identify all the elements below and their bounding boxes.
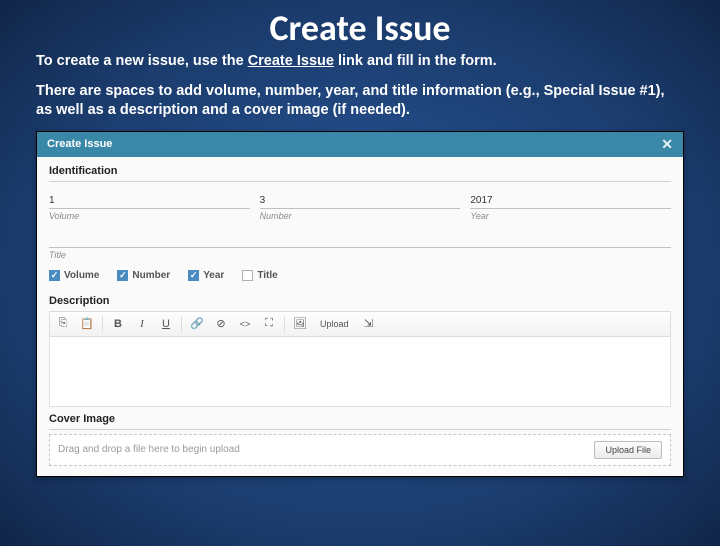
volume-checkbox[interactable]: ✓ Volume bbox=[49, 270, 99, 281]
year-checkbox[interactable]: ✓ Year bbox=[188, 270, 224, 281]
title-input[interactable] bbox=[49, 232, 671, 248]
code-button[interactable]: <> bbox=[234, 314, 256, 334]
title-checkbox-label: Title bbox=[257, 270, 277, 281]
identification-heading: Identification bbox=[49, 165, 671, 177]
copy-icon[interactable]: ⎘ bbox=[52, 314, 74, 334]
cover-dropzone[interactable]: Drag and drop a file here to begin uploa… bbox=[49, 434, 671, 466]
paste-icon[interactable]: 📋 bbox=[76, 314, 98, 334]
number-input[interactable] bbox=[260, 193, 461, 209]
description-heading: Description bbox=[49, 295, 671, 307]
upload-file-button[interactable]: Upload File bbox=[594, 441, 662, 459]
slide-para-1c: link and fill in the form. bbox=[334, 53, 497, 69]
year-input[interactable] bbox=[470, 193, 671, 209]
check-icon: ✓ bbox=[242, 270, 253, 281]
close-icon[interactable]: ✕ bbox=[661, 136, 673, 153]
bold-button[interactable]: B bbox=[107, 314, 129, 334]
more-icon[interactable]: ⇲ bbox=[358, 314, 380, 334]
slide-para-2: There are spaces to add volume, number, … bbox=[36, 82, 684, 121]
fullscreen-icon[interactable]: ⛶ bbox=[258, 314, 280, 334]
check-icon: ✓ bbox=[117, 270, 128, 281]
dropzone-text: Drag and drop a file here to begin uploa… bbox=[58, 444, 240, 455]
title-checkbox[interactable]: ✓ Title bbox=[242, 270, 277, 281]
slide-title: Create Issue bbox=[0, 6, 720, 50]
title-label: Title bbox=[49, 250, 671, 260]
upload-button[interactable]: Upload bbox=[313, 314, 356, 334]
volume-checkbox-label: Volume bbox=[64, 270, 99, 281]
cover-image-heading: Cover Image bbox=[49, 413, 671, 425]
description-section: Description ⎘ 📋 B I U 🔗 ⊘ <> ⛶ 🖼 Upload … bbox=[37, 287, 683, 409]
image-icon[interactable]: 🖼 bbox=[289, 314, 311, 334]
panel-header: Create Issue ✕ bbox=[37, 132, 683, 157]
create-issue-link-text: Create Issue bbox=[248, 53, 334, 69]
link-icon[interactable]: 🔗 bbox=[186, 314, 208, 334]
panel-title: Create Issue bbox=[47, 138, 112, 150]
year-checkbox-label: Year bbox=[203, 270, 224, 281]
volume-label: Volume bbox=[49, 211, 250, 221]
check-icon: ✓ bbox=[49, 270, 60, 281]
slide-para-1a: To create a new issue, use the bbox=[36, 53, 248, 69]
unlink-icon[interactable]: ⊘ bbox=[210, 314, 232, 334]
slide-para-1: To create a new issue, use the Create Is… bbox=[36, 52, 684, 72]
editor-toolbar: ⎘ 📋 B I U 🔗 ⊘ <> ⛶ 🖼 Upload ⇲ bbox=[49, 311, 671, 337]
underline-button[interactable]: U bbox=[155, 314, 177, 334]
number-checkbox[interactable]: ✓ Number bbox=[117, 270, 170, 281]
italic-button[interactable]: I bbox=[131, 314, 153, 334]
year-label: Year bbox=[470, 211, 671, 221]
number-checkbox-label: Number bbox=[132, 270, 170, 281]
create-issue-panel: Create Issue ✕ Identification Volume Num… bbox=[36, 131, 684, 477]
check-icon: ✓ bbox=[188, 270, 199, 281]
description-editor[interactable] bbox=[49, 337, 671, 407]
volume-input[interactable] bbox=[49, 193, 250, 209]
display-checkboxes: ✓ Volume ✓ Number ✓ Year ✓ Title bbox=[49, 270, 671, 281]
identification-section: Identification Volume Number Year Title … bbox=[37, 157, 683, 287]
number-label: Number bbox=[260, 211, 461, 221]
cover-image-section: Cover Image Drag and drop a file here to… bbox=[37, 409, 683, 476]
